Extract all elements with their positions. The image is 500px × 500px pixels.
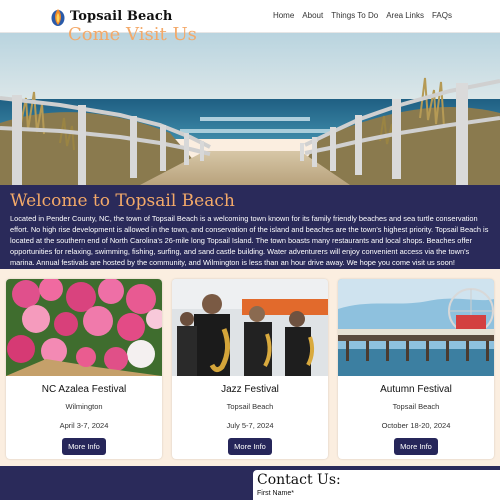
- event-location: Wilmington: [65, 402, 103, 411]
- visit-title: Come Visit Us: [68, 24, 197, 45]
- first-name-label: First Name*: [257, 490, 294, 497]
- nav-link-home[interactable]: Home: [273, 11, 294, 20]
- event-card-autumn: Autumn Festival Topsail Beach October 18…: [338, 279, 494, 459]
- event-title: Jazz Festival: [221, 384, 279, 395]
- welcome-title: Welcome to Topsail Beach: [10, 191, 235, 211]
- hero-image: [0, 33, 500, 185]
- contact-title: Contact Us:: [257, 472, 341, 488]
- pier-ferris-wheel-photo: [338, 279, 494, 376]
- contact-form: Contact Us: First Name*: [253, 470, 500, 500]
- event-card-azalea: NC Azalea Festival Wilmington April 3-7,…: [6, 279, 162, 459]
- welcome-section: Welcome to Topsail Beach Located in Pend…: [0, 185, 500, 269]
- more-info-button[interactable]: More Info: [228, 438, 272, 455]
- more-info-button[interactable]: More Info: [394, 438, 438, 455]
- welcome-text: Located in Pender County, NC, the town o…: [10, 214, 489, 267]
- event-location: Topsail Beach: [392, 402, 440, 411]
- more-info-button[interactable]: More Info: [62, 438, 106, 455]
- nav-link-about[interactable]: About: [302, 11, 323, 20]
- event-date: April 3-7, 2024: [59, 421, 109, 430]
- event-title: Autumn Festival: [380, 384, 452, 395]
- nav-link-faqs[interactable]: FAQs: [432, 11, 452, 20]
- nav-link-area-links[interactable]: Area Links: [386, 11, 424, 20]
- nav-link-things-to-do[interactable]: Things To Do: [331, 11, 378, 20]
- brand-name: Topsail Beach: [70, 8, 173, 24]
- nav-links: Home About Things To Do Area Links FAQs: [273, 11, 452, 20]
- event-date: October 18-20, 2024: [381, 421, 451, 430]
- azalea-garden-photo: [6, 279, 162, 376]
- event-title: NC Azalea Festival: [41, 384, 127, 395]
- page: Topsail Beach Home About Things To Do Ar…: [0, 0, 500, 500]
- event-location: Topsail Beach: [226, 402, 274, 411]
- shell-logo-icon: [51, 9, 65, 26]
- events-section: NC Azalea Festival Wilmington April 3-7,…: [0, 269, 500, 466]
- jazz-band-photo: [172, 279, 328, 376]
- event-card-jazz: Jazz Festival Topsail Beach July 5-7, 20…: [172, 279, 328, 459]
- event-date: July 5-7, 2024: [226, 421, 274, 430]
- beach-boardwalk-photo: [0, 33, 500, 185]
